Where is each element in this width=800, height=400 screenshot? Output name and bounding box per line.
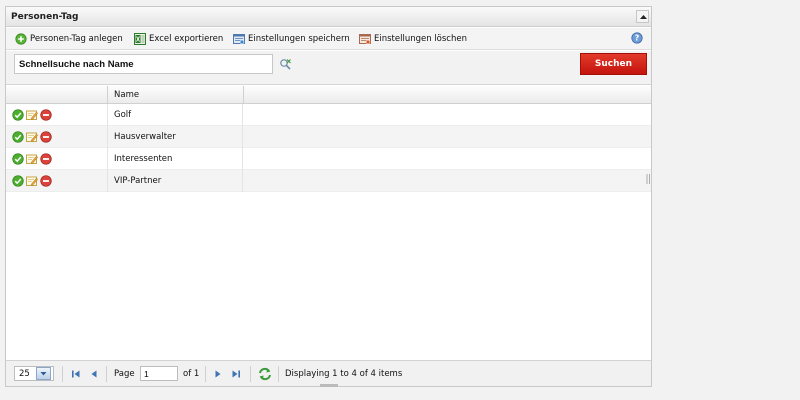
pager-separator bbox=[62, 366, 63, 382]
ok-icon[interactable] bbox=[12, 109, 24, 121]
refresh-icon[interactable] bbox=[258, 367, 272, 381]
table-row[interactable]: Interessenten bbox=[6, 148, 651, 170]
excel-export-label: Excel exportieren bbox=[149, 34, 224, 44]
pager-separator bbox=[250, 366, 251, 382]
edit-icon[interactable] bbox=[26, 153, 38, 165]
last-page-icon[interactable] bbox=[230, 368, 242, 380]
delete-icon[interactable] bbox=[40, 175, 52, 187]
personen-tag-panel: Personen-Tag Personen-Tag anlegen Excel … bbox=[5, 6, 652, 387]
display-status-text: Displaying 1 to 4 of 4 items bbox=[285, 369, 403, 379]
search-button[interactable]: Suchen bbox=[580, 53, 647, 75]
first-page-icon[interactable] bbox=[70, 368, 82, 380]
column-header-name[interactable]: Name bbox=[108, 86, 244, 104]
column-header-actions[interactable] bbox=[6, 86, 108, 104]
previous-page-icon[interactable] bbox=[88, 368, 100, 380]
tag-name: Interessenten bbox=[108, 148, 243, 170]
delete-icon[interactable] bbox=[40, 109, 52, 121]
page-count-label: of 1 bbox=[183, 369, 200, 379]
row-actions bbox=[6, 126, 108, 148]
help-icon[interactable]: ? bbox=[631, 32, 643, 44]
edit-icon[interactable] bbox=[26, 175, 38, 187]
row-actions bbox=[6, 170, 108, 192]
save-settings-label: Einstellungen speichern bbox=[248, 34, 350, 44]
edit-icon[interactable] bbox=[26, 131, 38, 143]
pager-separator bbox=[205, 366, 206, 382]
save-settings-icon bbox=[233, 34, 245, 45]
toolbar: Personen-Tag anlegen Excel exportieren E… bbox=[6, 28, 651, 50]
excel-icon bbox=[134, 33, 146, 45]
grid-header: Name bbox=[6, 86, 651, 104]
clear-search-icon[interactable] bbox=[279, 58, 292, 71]
delete-settings-label: Einstellungen löschen bbox=[374, 34, 467, 44]
search-bar: Suchen bbox=[6, 51, 651, 85]
table-row[interactable]: Hausverwalter bbox=[6, 126, 651, 148]
caret-up-icon bbox=[640, 15, 647, 19]
chevron-down-icon bbox=[40, 372, 47, 376]
ok-icon[interactable] bbox=[12, 175, 24, 187]
tag-name: Hausverwalter bbox=[108, 126, 243, 148]
page-number-input[interactable] bbox=[140, 366, 178, 381]
panel-header: Personen-Tag bbox=[6, 7, 651, 27]
excel-export-button[interactable]: Excel exportieren bbox=[134, 32, 223, 46]
tag-name: VIP-Partner bbox=[108, 170, 243, 192]
delete-icon[interactable] bbox=[40, 131, 52, 143]
page-label: Page bbox=[114, 369, 135, 379]
delete-icon[interactable] bbox=[40, 153, 52, 165]
table-row[interactable]: VIP-Partner bbox=[6, 170, 651, 192]
row-actions bbox=[6, 148, 108, 170]
collapse-button[interactable] bbox=[636, 10, 649, 23]
tag-grid: Name Golf Hausverwalter Interessenten VI… bbox=[6, 86, 651, 192]
edit-icon[interactable] bbox=[26, 109, 38, 121]
column-resize-handle[interactable] bbox=[646, 174, 651, 184]
save-settings-button[interactable]: Einstellungen speichern bbox=[233, 32, 350, 46]
row-actions bbox=[6, 104, 108, 126]
tag-name: Golf bbox=[108, 104, 243, 126]
pager: 25 Page of 1 Displaying 1 to 4 of 4 item… bbox=[6, 360, 651, 386]
ok-icon[interactable] bbox=[12, 153, 24, 165]
table-row[interactable]: Golf bbox=[6, 104, 651, 126]
svg-text:?: ? bbox=[635, 34, 640, 43]
add-personen-tag-button[interactable]: Personen-Tag anlegen bbox=[15, 32, 123, 46]
pager-separator bbox=[106, 366, 107, 382]
delete-settings-icon bbox=[359, 34, 371, 45]
add-personen-tag-label: Personen-Tag anlegen bbox=[30, 34, 123, 44]
next-page-icon[interactable] bbox=[212, 368, 224, 380]
pager-separator bbox=[278, 366, 279, 382]
panel-title: Personen-Tag bbox=[11, 12, 79, 22]
page-size-dropdown-button[interactable] bbox=[36, 367, 51, 380]
panel-resize-grip[interactable] bbox=[320, 384, 338, 387]
ok-icon[interactable] bbox=[12, 131, 24, 143]
add-circle-icon bbox=[15, 33, 27, 45]
delete-settings-button[interactable]: Einstellungen löschen bbox=[359, 32, 467, 46]
search-input[interactable] bbox=[14, 54, 273, 74]
